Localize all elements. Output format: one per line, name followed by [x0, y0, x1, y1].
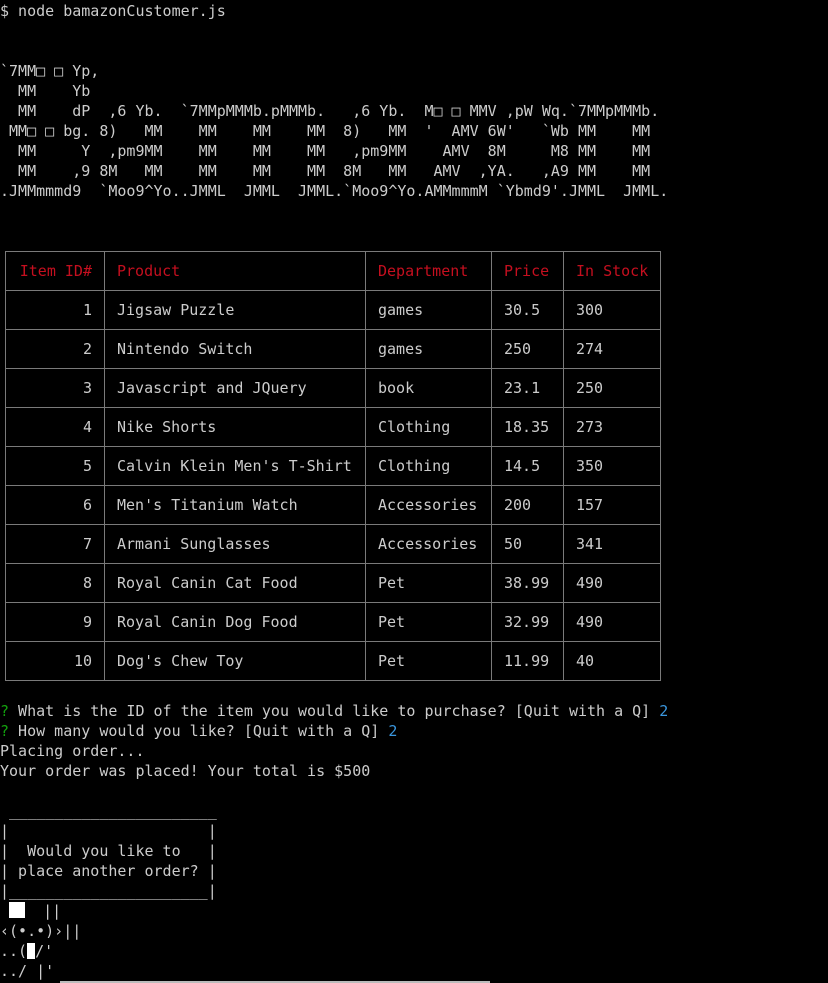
cell-price: 32.99 [491, 602, 564, 642]
column-header: In Stock [562, 251, 662, 291]
table-row: 2 Nintendo Switch games 250 274 [5, 329, 662, 369]
cell-department: Pet [365, 563, 492, 603]
cell-department: Accessories [365, 524, 492, 564]
cell-stock: 300 [562, 290, 662, 330]
question-mark-icon: ? [0, 722, 10, 740]
block-cursor-icon [27, 943, 36, 959]
cell-department: games [365, 329, 492, 369]
cell-id: 10 [5, 641, 105, 681]
prompt-answer: 2 [388, 722, 398, 740]
reorder-dialog-box: _______________________ | | | Would you … [0, 802, 217, 900]
table-header-row: Item ID# Product Department Price In Sto… [5, 251, 662, 291]
prompt-line-item-id: ? What is the ID of the item you would l… [0, 701, 668, 721]
cell-price: 14.5 [491, 446, 564, 486]
table-row: 1 Jigsaw Puzzle games 30.5 300 [5, 290, 662, 330]
cell-department: Pet [365, 602, 492, 642]
cell-id: 7 [5, 524, 105, 564]
cell-stock: 350 [562, 446, 662, 486]
status-text: Placing order... [0, 742, 145, 760]
cell-department: Clothing [365, 446, 492, 486]
cell-product: Men's Titanium Watch [104, 485, 366, 525]
cell-price: 250 [491, 329, 564, 369]
cell-department: Clothing [365, 407, 492, 447]
cell-product: Nike Shorts [104, 407, 366, 447]
cell-stock: 40 [562, 641, 662, 681]
cell-price: 18.35 [491, 407, 564, 447]
table-row: 9 Royal Canin Dog Food Pet 32.99 490 [5, 602, 662, 642]
cell-price: 50 [491, 524, 564, 564]
cell-department: book [365, 368, 492, 408]
mascot-ascii-art: || ‹(•.•)›|| ..(/' ../ |' [0, 902, 82, 980]
cell-price: 38.99 [491, 563, 564, 603]
cell-id: 2 [5, 329, 105, 369]
question-mark-icon: ? [0, 702, 10, 720]
order-result-text: Your order was placed! Your total is $50… [0, 762, 371, 780]
prompt-answer: 2 [659, 702, 669, 720]
table-row: 4 Nike Shorts Clothing 18.35 273 [5, 407, 662, 447]
cell-id: 8 [5, 563, 105, 603]
cell-product: Armani Sunglasses [104, 524, 366, 564]
cell-id: 6 [5, 485, 105, 525]
cell-stock: 157 [562, 485, 662, 525]
cell-price: 30.5 [491, 290, 564, 330]
cell-id: 1 [5, 290, 105, 330]
cell-department: Pet [365, 641, 492, 681]
table-row: 7 Armani Sunglasses Accessories 50 341 [5, 524, 662, 564]
cell-department: games [365, 290, 492, 330]
cell-product: Calvin Klein Men's T-Shirt [104, 446, 366, 486]
cell-stock: 273 [562, 407, 662, 447]
cell-id: 4 [5, 407, 105, 447]
column-header: Item ID# [5, 251, 105, 291]
cell-price: 23.1 [491, 368, 564, 408]
cell-product: Javascript and JQuery [104, 368, 366, 408]
prompt-line-quantity: ? How many would you like? [Quit with a … [0, 721, 397, 741]
hat-icon [9, 902, 26, 918]
column-header: Department [365, 251, 492, 291]
cell-id: 3 [5, 368, 105, 408]
prompt-text: What is the ID of the item you would lik… [9, 702, 660, 720]
cell-product: Nintendo Switch [104, 329, 366, 369]
cell-product: Dog's Chew Toy [104, 641, 366, 681]
cell-id: 5 [5, 446, 105, 486]
cell-department: Accessories [365, 485, 492, 525]
ascii-banner: `7MM□ □ Yp, MM Yb MM dP ,6 Yb. `7MMpMMMb… [0, 62, 669, 200]
cell-stock: 250 [562, 368, 662, 408]
table-row: 5 Calvin Klein Men's T-Shirt Clothing 14.5 3… [5, 446, 662, 486]
cell-price: 200 [491, 485, 564, 525]
table-row: 3 Javascript and JQuery book 23.1 250 [5, 368, 662, 408]
inventory-table: Item ID# Product Department Price In Sto… [5, 251, 662, 681]
table-row: 6 Men's Titanium Watch Accessories 200 157 [5, 485, 662, 525]
cell-product: Jigsaw Puzzle [104, 290, 366, 330]
cell-price: 11.99 [491, 641, 564, 681]
column-header: Product [104, 251, 366, 291]
cell-stock: 490 [562, 563, 662, 603]
command-line: $ node bamazonCustomer.js [0, 2, 226, 20]
cell-stock: 341 [562, 524, 662, 564]
table-row: 10 Dog's Chew Toy Pet 11.99 40 [5, 641, 662, 681]
cell-stock: 490 [562, 602, 662, 642]
cell-stock: 274 [562, 329, 662, 369]
cell-id: 9 [5, 602, 105, 642]
cell-product: Royal Canin Dog Food [104, 602, 366, 642]
column-header: Price [491, 251, 564, 291]
cell-product: Royal Canin Cat Food [104, 563, 366, 603]
table-row: 8 Royal Canin Cat Food Pet 38.99 490 [5, 563, 662, 603]
prompt-text: How many would you like? [Quit with a Q] [9, 722, 389, 740]
